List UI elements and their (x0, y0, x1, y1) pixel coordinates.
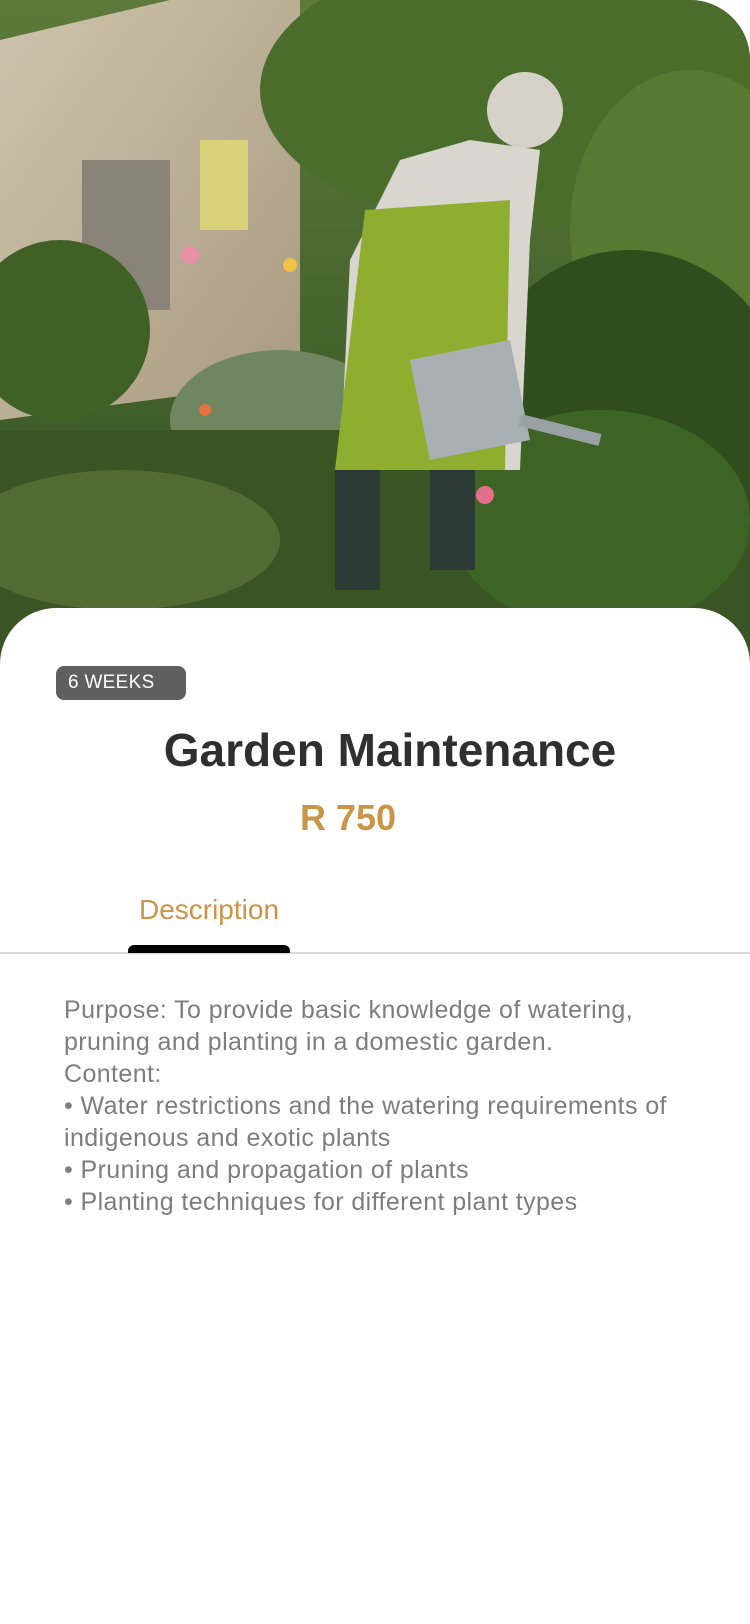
description-bullet: • Planting techniques for different plan… (64, 1188, 578, 1216)
description-bullet: • Pruning and propagation of plants (64, 1156, 469, 1184)
tab-description[interactable]: Description (128, 892, 290, 953)
description-bullet: • Water restrictions and the watering re… (64, 1092, 667, 1152)
duration-badge: 6 WEEKS (56, 666, 186, 700)
tab-description-label: Description (138, 894, 280, 925)
description-purpose: Purpose: To provide basic knowledge of w… (64, 996, 634, 1056)
active-tab-indicator (128, 945, 290, 953)
description-content-heading: Content: (64, 1060, 162, 1088)
course-price: R 750 (300, 797, 397, 838)
description-text: Purpose: To provide basic knowledge of w… (64, 994, 704, 1218)
hero-image (0, 0, 750, 700)
course-title: Garden Maintenance (163, 724, 617, 776)
tab-bar: Description (0, 880, 750, 954)
